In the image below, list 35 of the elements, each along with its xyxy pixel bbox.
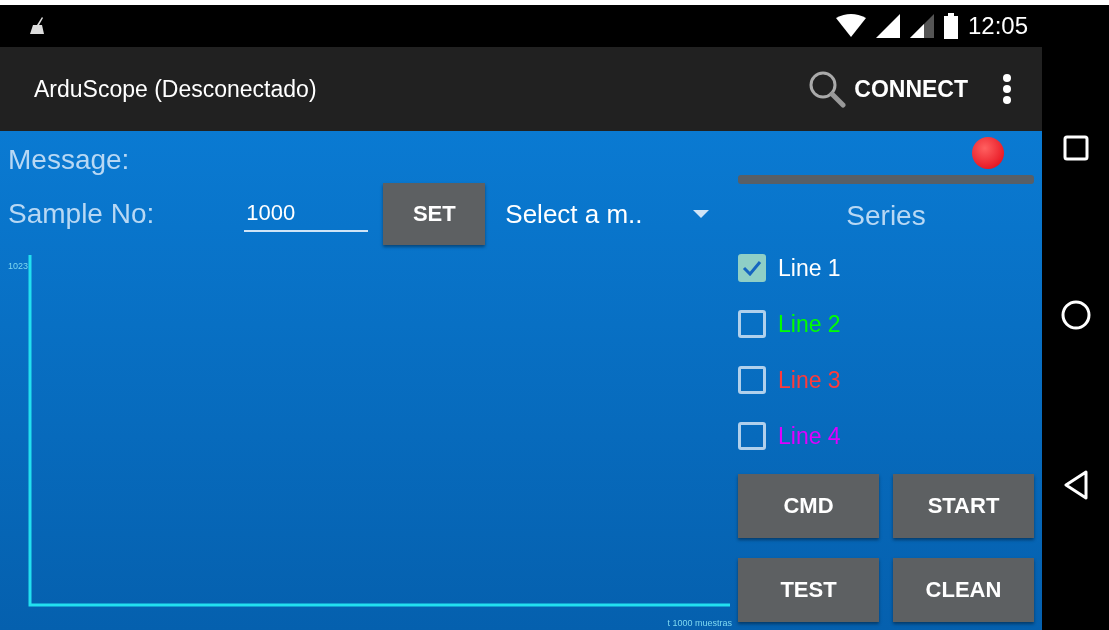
back-icon[interactable] — [1062, 470, 1089, 501]
search-icon — [808, 70, 847, 108]
dropdown-arrow-icon — [692, 210, 709, 218]
series-title: Series — [846, 200, 926, 232]
axis-label: 1023 — [8, 261, 29, 271]
home-icon[interactable] — [1060, 300, 1091, 331]
signal-icon — [909, 14, 934, 38]
action-button[interactable]: TEST — [738, 558, 879, 622]
signal-icon — [875, 14, 900, 38]
recents-icon[interactable] — [1062, 134, 1089, 161]
checkbox[interactable] — [738, 254, 766, 282]
action-button[interactable]: START — [893, 474, 1034, 538]
sample-input[interactable]: 1000 — [244, 196, 369, 232]
series-label: Line 2 — [778, 310, 841, 338]
checkbox[interactable] — [738, 310, 766, 338]
checkbox[interactable] — [738, 366, 766, 394]
battery-icon — [943, 13, 958, 39]
message-label: Message: — [8, 144, 130, 176]
series-label: Line 4 — [778, 422, 841, 450]
connect-button[interactable]: CONNECT — [808, 70, 968, 108]
checkbox[interactable] — [738, 422, 766, 450]
sample-label: Sample No: — [8, 198, 155, 230]
mode-dropdown[interactable]: Select a m.. — [505, 198, 709, 230]
set-button[interactable]: SET — [383, 183, 486, 245]
action-button[interactable]: CLEAN — [893, 558, 1034, 622]
check-icon — [742, 260, 762, 276]
axis-label: t 1000 muestras — [667, 618, 732, 628]
status-led — [972, 137, 1004, 169]
series-label: Line 1 — [778, 254, 841, 282]
action-button[interactable]: CMD — [738, 474, 879, 538]
app-title: ArduScope (Desconectado) — [34, 75, 318, 103]
clock-time: 12:05 — [967, 12, 1028, 40]
series-label: Line 3 — [778, 366, 841, 394]
overflow-menu-icon[interactable] — [1002, 74, 1012, 104]
wifi-icon — [835, 14, 866, 38]
